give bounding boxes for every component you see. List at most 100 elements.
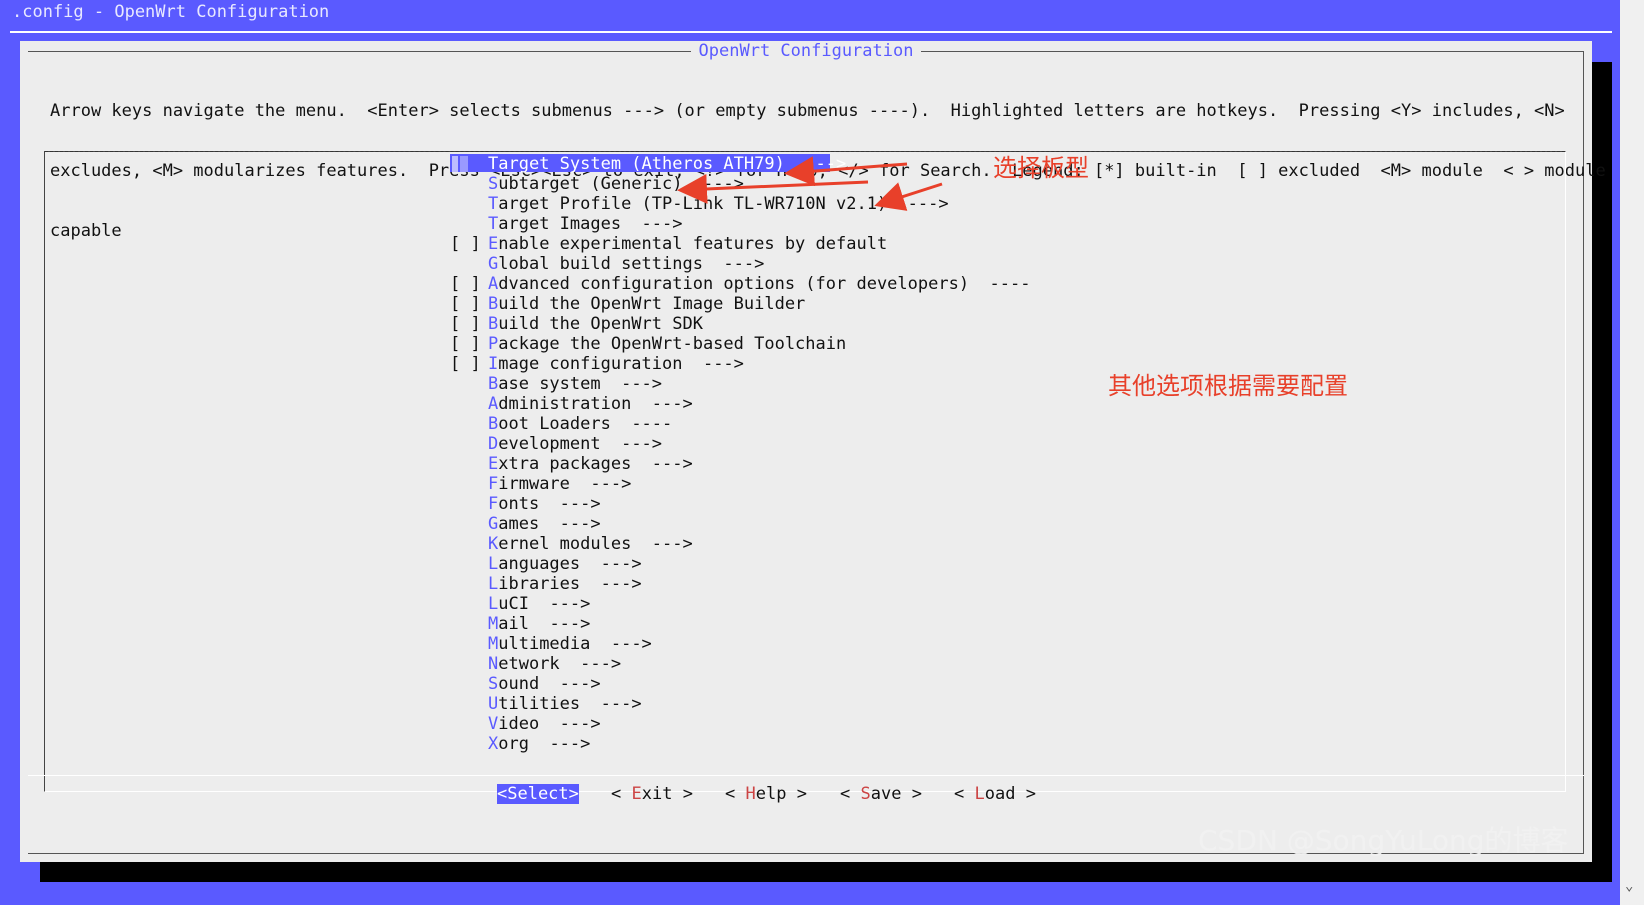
- exit-button-label: xit: [641, 784, 673, 804]
- menu-item-label: anguages: [498, 554, 581, 574]
- menu-item[interactable]: Base system --->: [450, 374, 1030, 394]
- menu-item-hotkey: A: [488, 274, 499, 294]
- menu-item-submenu-indicator: --->: [528, 614, 591, 634]
- menu-item-checkbox[interactable]: [ ]: [450, 234, 488, 254]
- menu-item-hotkey: L: [488, 574, 499, 594]
- menu-item-submenu-indicator: --->: [569, 474, 632, 494]
- menu-item[interactable]: Fonts --->: [450, 494, 1030, 514]
- exit-button-pre: <: [611, 784, 632, 804]
- cursor-block: [452, 156, 458, 172]
- menu-item[interactable]: Boot Loaders ----: [450, 414, 1030, 434]
- menu-item[interactable]: Utilities --->: [450, 694, 1030, 714]
- load-button-label: oad: [984, 784, 1016, 804]
- menu-item[interactable]: Development --->: [450, 434, 1030, 454]
- menu-item[interactable]: Target Images --->: [450, 214, 1030, 234]
- menu-item-hotkey: M: [488, 614, 499, 634]
- menu-item-label: dvanced configuration options (for devel…: [498, 274, 970, 294]
- menu-item-checkbox[interactable]: [ ]: [450, 334, 488, 354]
- menu-item-label: uild the OpenWrt SDK: [498, 314, 703, 334]
- save-button-label: ave: [870, 784, 902, 804]
- load-button[interactable]: < Load >: [954, 784, 1036, 804]
- scroll-down-icon[interactable]: ⌄: [1625, 878, 1633, 894]
- menu-item[interactable]: [ ] Package the OpenWrt-based Toolchain: [450, 334, 1030, 354]
- menu-item[interactable]: [ ] Build the OpenWrt Image Builder: [450, 294, 1030, 314]
- menu-item[interactable]: Extra packages --->: [450, 454, 1030, 474]
- menu-item-label: etwork: [498, 654, 560, 674]
- menu-item-hotkey: F: [488, 494, 499, 514]
- menu-item-label: arget Images: [498, 214, 622, 234]
- menu-item[interactable]: Kernel modules --->: [450, 534, 1030, 554]
- menu-item[interactable]: Sound --->: [450, 674, 1030, 694]
- save-button[interactable]: < Save >: [840, 784, 922, 804]
- menu-item[interactable]: LuCI --->: [450, 594, 1030, 614]
- dialog-title-text: OpenWrt Configuration: [690, 41, 922, 61]
- menu-item[interactable]: Xorg --->: [450, 734, 1030, 754]
- menu-item[interactable]: Global build settings --->: [450, 254, 1030, 274]
- menu-item[interactable]: [ ] Advanced configuration options (for d…: [450, 274, 1030, 294]
- save-button-post: >: [901, 784, 922, 804]
- menu-item-checkbox[interactable]: [ ]: [450, 274, 488, 294]
- menu-item-label: ames: [498, 514, 540, 534]
- menu-item-submenu-indicator: --->: [580, 574, 642, 594]
- menu-item-submenu-indicator: --->: [682, 354, 744, 374]
- menu-item-hotkey: S: [488, 174, 499, 194]
- menu-item-hotkey: U: [488, 694, 499, 714]
- menu-item[interactable]: [ ] Build the OpenWrt SDK: [450, 314, 1030, 334]
- menu-item[interactable]: Subtarget (Generic) --->: [450, 174, 1030, 194]
- menu-item-submenu-indicator: --->: [539, 714, 601, 734]
- dialog-shadow-right: [1592, 62, 1612, 880]
- menu-item[interactable]: Libraries --->: [450, 574, 1030, 594]
- menu-item-label: uCI: [498, 594, 529, 614]
- menu-item-hotkey: L: [488, 554, 499, 574]
- menu-item-hotkey: B: [488, 294, 499, 314]
- menu-item-label: evelopment: [498, 434, 601, 454]
- menu-item[interactable]: [ ] Enable experimental features by defau…: [450, 234, 1030, 254]
- menu-item-hotkey: E: [488, 454, 499, 474]
- menu-item-hotkey: G: [488, 254, 499, 274]
- menu-item-submenu-indicator: --->: [682, 174, 744, 194]
- menu-item-hotkey: B: [488, 314, 499, 334]
- menu-item-hotkey: D: [488, 434, 499, 454]
- menu-item[interactable]: Mail --->: [450, 614, 1030, 634]
- menu-item-label: onts: [498, 494, 540, 514]
- menu-item[interactable]: Languages --->: [450, 554, 1030, 574]
- menu-item-hotkey: X: [488, 734, 499, 754]
- menu-item[interactable]: Firmware --->: [450, 474, 1030, 494]
- load-hotkey: L: [974, 784, 985, 804]
- menu-item-submenu-indicator: --->: [539, 674, 601, 694]
- menu-item-label: irmware: [498, 474, 570, 494]
- exit-button[interactable]: < Exit >: [611, 784, 693, 804]
- load-button-pre: <: [954, 784, 975, 804]
- help-line: Arrow keys navigate the menu. <Enter> se…: [50, 101, 1565, 121]
- menu-item-hotkey: I: [488, 354, 499, 374]
- menu-item-submenu-indicator: --->: [631, 394, 693, 414]
- menu-item-hotkey: B: [488, 374, 499, 394]
- help-button[interactable]: < Help >: [725, 784, 807, 804]
- menu-item-submenu-indicator: --->: [621, 214, 683, 234]
- menu-item-submenu-indicator: --->: [887, 194, 949, 214]
- menu-item-checkbox[interactable]: [ ]: [450, 294, 488, 314]
- menu-item[interactable]: Target Profile (TP-Link TL-WR710N v2.1) …: [450, 194, 1030, 214]
- menu-item-submenu-indicator: --->: [580, 694, 642, 714]
- menu-item[interactable]: Video --->: [450, 714, 1030, 734]
- scrollbar-gutter[interactable]: [1620, 0, 1644, 905]
- select-button[interactable]: <Select>: [497, 784, 579, 804]
- menu-item-hotkey: N: [488, 654, 499, 674]
- menu-item[interactable]: Administration --->: [450, 394, 1030, 414]
- menu-item-checkbox[interactable]: [ ]: [450, 314, 488, 334]
- menu-item-checkbox[interactable]: [ ]: [450, 354, 488, 374]
- menu-item-label: ail: [498, 614, 529, 634]
- menu-item[interactable]: Games --->: [450, 514, 1030, 534]
- menu-item[interactable]: [ ] Image configuration --->: [450, 354, 1030, 374]
- menu-item-label: ase system: [498, 374, 601, 394]
- menu-item-submenu-indicator: --->: [784, 154, 847, 174]
- menu-item-hotkey: P: [488, 334, 499, 354]
- menu-item-label: oot Loaders: [498, 414, 611, 434]
- menu-item-label: lobal build settings: [498, 254, 703, 274]
- menu-item-hotkey: F: [488, 474, 499, 494]
- menu-item-label: xtra packages: [498, 454, 632, 474]
- menu-item[interactable]: Multimedia --->: [450, 634, 1030, 654]
- menu-item-submenu-indicator: --->: [559, 654, 622, 674]
- menu-item[interactable]: Target System (Atheros ATH79) --->: [450, 154, 1030, 174]
- menu-item[interactable]: Network --->: [450, 654, 1030, 674]
